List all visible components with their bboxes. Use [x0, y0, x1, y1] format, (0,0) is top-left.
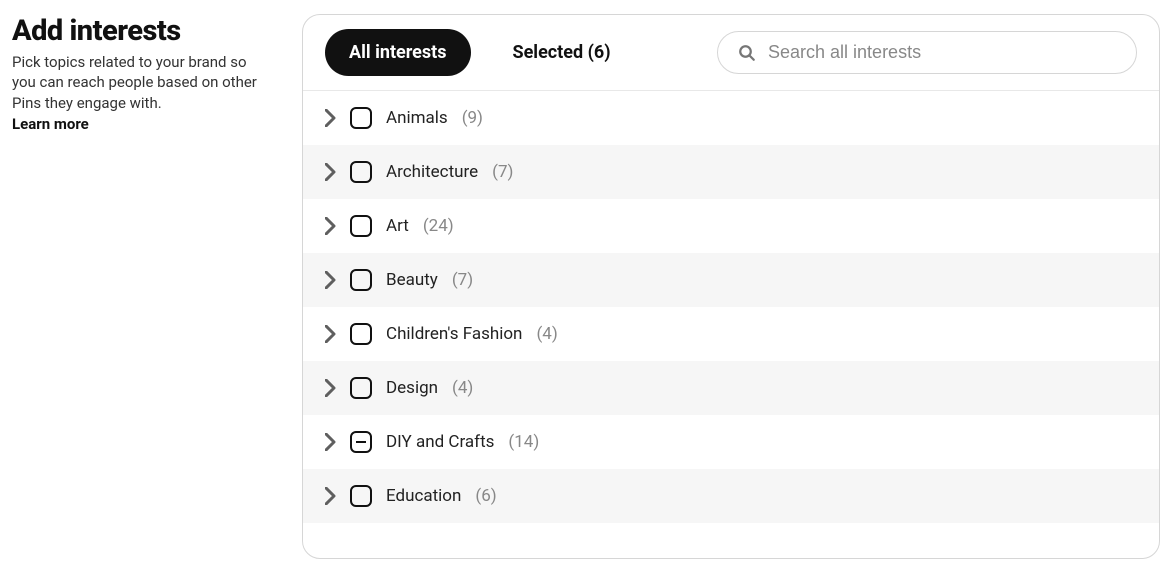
page-title: Add interests — [12, 14, 272, 48]
list-item[interactable]: Animals (9) — [303, 91, 1159, 145]
list-item[interactable]: DIY and Crafts (14) — [303, 415, 1159, 469]
tab-selected-label: Selected — [513, 42, 584, 63]
list-item[interactable]: Art (24) — [303, 199, 1159, 253]
interest-count: (7) — [492, 162, 513, 182]
list-item[interactable]: Education (6) — [303, 469, 1159, 523]
interest-label: Beauty — [386, 270, 438, 290]
search-input[interactable] — [768, 42, 1116, 63]
list-item[interactable]: Children's Fashion (4) — [303, 307, 1159, 361]
interest-count: (24) — [423, 216, 454, 236]
tab-all-interests[interactable]: All interests — [325, 29, 471, 76]
interest-label: DIY and Crafts — [386, 432, 494, 452]
chevron-right-icon[interactable] — [325, 487, 336, 505]
tab-selected-count: (6) — [588, 42, 611, 63]
interest-count: (14) — [508, 432, 539, 452]
interest-label: Education — [386, 486, 461, 506]
checkbox[interactable] — [350, 485, 372, 507]
interest-label: Architecture — [386, 162, 478, 182]
chevron-right-icon[interactable] — [325, 109, 336, 127]
interest-count: (4) — [536, 324, 557, 344]
chevron-right-icon[interactable] — [325, 271, 336, 289]
list-item[interactable]: Design (4) — [303, 361, 1159, 415]
checkbox[interactable] — [350, 161, 372, 183]
interests-panel: All interests Selected (6) Animals (9) — [302, 14, 1160, 559]
chevron-right-icon[interactable] — [325, 433, 336, 451]
interest-label: Design — [386, 378, 438, 398]
interest-count: (4) — [452, 378, 473, 398]
tab-all-interests-label: All interests — [349, 42, 447, 63]
interest-count: (9) — [462, 108, 483, 128]
checkbox[interactable] — [350, 377, 372, 399]
interests-list: Animals (9) Architecture (7) Art (24) Be… — [303, 91, 1159, 558]
checkbox-indeterminate[interactable] — [350, 431, 372, 453]
interest-label: Children's Fashion — [386, 324, 522, 344]
tab-selected[interactable]: Selected (6) — [489, 29, 635, 76]
checkbox[interactable] — [350, 215, 372, 237]
interest-label: Art — [386, 216, 409, 236]
search-field[interactable] — [717, 31, 1137, 74]
chevron-right-icon[interactable] — [325, 379, 336, 397]
page-description: Pick topics related to your brand so you… — [12, 52, 272, 113]
sidebar: Add interests Pick topics related to you… — [12, 14, 272, 559]
chevron-right-icon[interactable] — [325, 325, 336, 343]
chevron-right-icon[interactable] — [325, 217, 336, 235]
search-icon — [738, 44, 756, 62]
learn-more-link[interactable]: Learn more — [12, 115, 272, 133]
panel-header: All interests Selected (6) — [303, 15, 1159, 91]
list-item[interactable]: Architecture (7) — [303, 145, 1159, 199]
interest-label: Animals — [386, 108, 448, 128]
checkbox[interactable] — [350, 107, 372, 129]
list-item[interactable]: Beauty (7) — [303, 253, 1159, 307]
checkbox[interactable] — [350, 323, 372, 345]
checkbox[interactable] — [350, 269, 372, 291]
interest-count: (7) — [452, 270, 473, 290]
chevron-right-icon[interactable] — [325, 163, 336, 181]
interest-count: (6) — [475, 486, 496, 506]
